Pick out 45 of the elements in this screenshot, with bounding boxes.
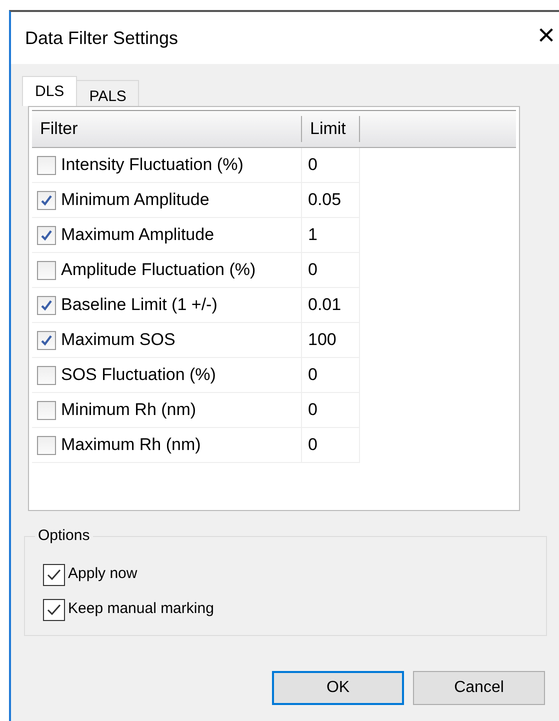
checkbox[interactable]: [37, 400, 56, 420]
limit-cell[interactable]: 0: [302, 358, 360, 393]
dialog-button[interactable]: OK: [272, 671, 404, 705]
column-header[interactable]: Filter: [32, 116, 302, 142]
checkbox[interactable]: [37, 260, 56, 280]
tab[interactable]: DLS: [22, 76, 78, 106]
filter-name: Minimum Amplitude: [61, 189, 210, 212]
limit-cell[interactable]: 0: [302, 148, 360, 183]
option-label: Keep manual marking: [68, 599, 214, 620]
check-icon: [46, 566, 62, 582]
checkbox[interactable]: [37, 330, 56, 350]
checkbox[interactable]: [37, 190, 56, 210]
checkbox[interactable]: [43, 564, 65, 586]
check-icon: [46, 602, 62, 618]
filter-name: Maximum Amplitude: [61, 224, 214, 246]
check-icon: [40, 228, 53, 242]
check-icon: [40, 194, 53, 206]
limit-cell[interactable]: 0: [302, 253, 360, 288]
limit-cell[interactable]: 100: [302, 323, 360, 358]
checkbox[interactable]: [37, 366, 56, 384]
check-icon: [40, 298, 53, 312]
window-title: Data Filter Settings: [25, 26, 180, 50]
checkbox[interactable]: [43, 598, 65, 620]
tab[interactable]: PALS: [76, 80, 140, 106]
close-button[interactable]: ×: [523, 21, 559, 55]
limit-cell[interactable]: 0: [302, 393, 360, 428]
filter-name: Minimum Rh (nm): [61, 399, 196, 422]
filter-name: Maximum Rh (nm): [61, 434, 201, 456]
filter-name: Baseline Limit (1 +/-): [61, 294, 218, 316]
limit-cell[interactable]: 1: [302, 218, 360, 253]
checkbox[interactable]: [37, 296, 56, 314]
filter-name: Amplitude Fluctuation (%): [61, 259, 256, 282]
checkbox[interactable]: [37, 156, 56, 174]
option-label: Apply now: [68, 564, 138, 584]
column-header[interactable]: Limit: [302, 116, 360, 142]
filter-name: SOS Fluctuation (%): [61, 364, 216, 386]
checkbox[interactable]: [37, 226, 56, 244]
limit-cell[interactable]: 0.05: [302, 183, 360, 218]
limit-cell[interactable]: 0: [302, 428, 360, 463]
filter-name: Maximum SOS: [61, 329, 176, 352]
check-icon: [40, 334, 53, 346]
dialog-button[interactable]: Cancel: [413, 671, 545, 705]
limit-cell[interactable]: 0.01: [302, 288, 360, 323]
filter-name: Intensity Fluctuation (%): [61, 154, 244, 176]
checkbox[interactable]: [37, 436, 56, 454]
